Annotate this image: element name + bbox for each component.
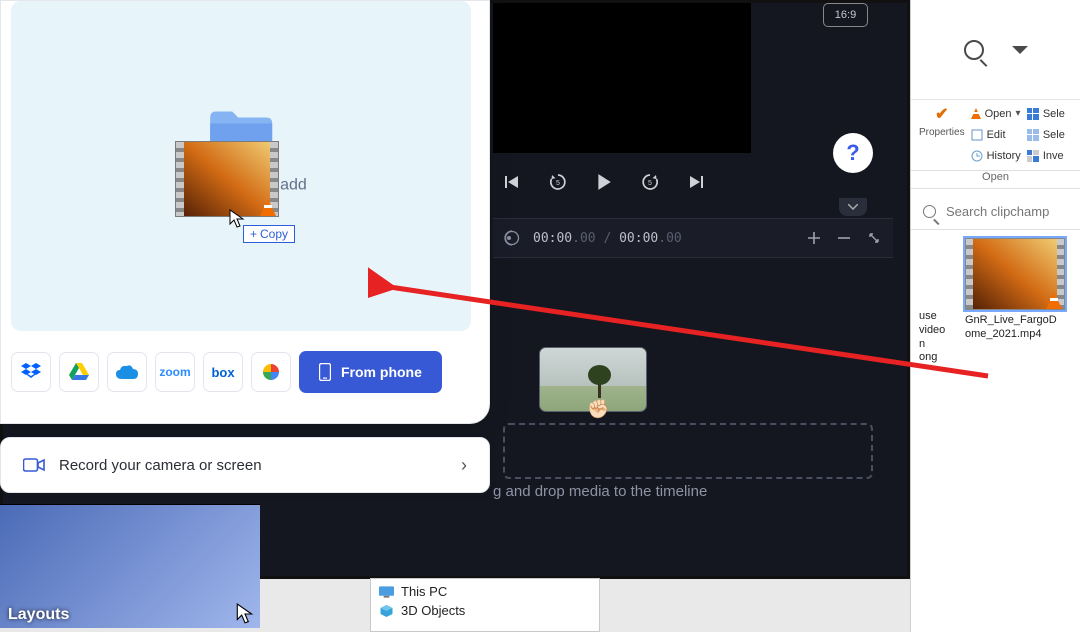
vlc-cone-icon — [1046, 292, 1062, 309]
timeline-drop-zone[interactable] — [503, 423, 873, 479]
chevron-right-icon: › — [461, 455, 467, 476]
media-drop-zone[interactable]: Drop media to add + Copy — [11, 1, 471, 331]
onedrive-button[interactable] — [107, 352, 147, 392]
timecode-current-frac: .00 — [572, 231, 595, 246]
search-icon[interactable] — [964, 40, 984, 60]
nav-label: 3D Objects — [401, 603, 465, 618]
rewind-5s-button[interactable]: 5 — [549, 173, 567, 191]
open-button[interactable]: Open ▾ — [971, 105, 1021, 122]
help-expand-chevron[interactable] — [839, 198, 867, 216]
from-phone-button[interactable]: From phone — [299, 351, 442, 393]
video-thumbnail — [965, 238, 1065, 310]
select-none-button[interactable]: Sele — [1027, 126, 1065, 143]
svg-text:5: 5 — [648, 180, 652, 187]
timeline-hint-text: g and drop media to the timeline — [493, 483, 707, 500]
timeline-toolbar: 00:00.00 / 00:00.00 — [493, 218, 893, 258]
chevron-down-icon[interactable] — [1012, 46, 1028, 54]
zoom-out-button[interactable] — [835, 229, 853, 247]
google-drive-button[interactable] — [59, 352, 99, 392]
cloud-providers-row: zoom box From phone — [11, 351, 442, 393]
timeline-area[interactable]: ✊🏻 g and drop media to the timeline — [493, 323, 893, 523]
grid-icon — [1027, 150, 1039, 162]
search-input[interactable] — [946, 204, 1066, 219]
properties-check-icon: ✔ — [933, 105, 951, 123]
pc-icon — [379, 586, 394, 598]
explorer-nav-item-3dobjects[interactable]: 3D Objects — [379, 601, 591, 620]
dragged-file-thumbnail — [175, 141, 279, 217]
file-label: GnR_Live_FargoD — [965, 314, 1065, 328]
camera-icon — [23, 457, 45, 473]
timecode-total: 00:00 — [619, 231, 658, 246]
history-button[interactable]: History — [971, 147, 1021, 164]
video-preview — [493, 3, 751, 153]
phone-icon — [319, 363, 331, 381]
drag-copy-badge: + Copy — [243, 225, 295, 243]
file-label: n — [919, 338, 959, 352]
nav-label: This PC — [401, 584, 447, 599]
aspect-ratio-badge[interactable]: 16:9 — [823, 3, 868, 27]
timecode-divider: / — [596, 231, 619, 246]
properties-caption[interactable]: Properties — [919, 127, 965, 138]
box-button[interactable]: box — [203, 352, 243, 392]
file-gallery: use video n ong GnR_Live_FargoD ome_2021… — [911, 230, 1080, 373]
edit-button[interactable]: Edit — [971, 126, 1021, 143]
zoom-in-button[interactable] — [805, 229, 823, 247]
timecode-current: 00:00 — [533, 231, 572, 246]
timecode-total-frac: .00 — [658, 231, 681, 246]
vlc-cone-icon — [971, 108, 981, 119]
copy-label: Copy — [260, 227, 288, 241]
play-button[interactable] — [595, 173, 613, 191]
media-import-panel: Drop media to add + Copy zoom box — [0, 0, 490, 424]
grid-icon — [1027, 129, 1039, 141]
vlc-cone-icon — [260, 199, 276, 216]
record-label: Record your camera or screen — [59, 457, 262, 474]
layouts-label: Layouts — [8, 606, 69, 624]
skip-end-button[interactable] — [687, 173, 705, 191]
svg-text:5: 5 — [556, 180, 560, 187]
explorer-nav-item-thispc[interactable]: This PC — [379, 582, 591, 601]
explorer-ribbon: ✔ Properties Open ▾ Edit History Sele Se… — [911, 100, 1080, 171]
invert-selection-button[interactable]: Inve — [1027, 147, 1065, 164]
skip-start-button[interactable] — [503, 173, 521, 191]
zoom-button[interactable]: zoom — [155, 352, 195, 392]
collapse-button[interactable] — [865, 229, 883, 247]
explorer-top-toolbar — [911, 0, 1080, 100]
file-label: ong — [919, 351, 959, 365]
grid-icon — [1027, 108, 1039, 120]
layouts-strip[interactable]: Layouts — [0, 504, 260, 628]
explorer-search[interactable] — [911, 194, 1080, 230]
explorer-nav-tree[interactable]: This PC 3D Objects — [370, 578, 600, 632]
history-icon — [971, 150, 983, 162]
file-item[interactable]: use video n ong — [919, 238, 959, 365]
audio-toggle-icon[interactable] — [503, 229, 521, 247]
from-phone-label: From phone — [341, 364, 422, 380]
plus-icon: + — [250, 227, 257, 241]
edit-icon — [971, 129, 983, 141]
dropbox-button[interactable] — [11, 352, 51, 392]
grab-cursor-icon: ✊🏻 — [587, 399, 609, 420]
cube-icon — [379, 605, 394, 617]
file-item-selected[interactable]: GnR_Live_FargoD ome_2021.mp4 — [965, 238, 1065, 365]
file-explorer-pane: ✔ Properties Open ▾ Edit History Sele Se… — [910, 0, 1080, 632]
mouse-cursor-icon — [236, 603, 254, 628]
google-photos-button[interactable] — [251, 352, 291, 392]
record-camera-screen-button[interactable]: Record your camera or screen › — [0, 437, 490, 493]
file-label: use — [919, 310, 959, 324]
forward-5s-button[interactable]: 5 — [641, 173, 659, 191]
search-icon — [923, 205, 936, 218]
select-all-button[interactable]: Sele — [1027, 105, 1065, 122]
playback-controls: 5 5 — [503, 173, 705, 191]
help-button[interactable]: ? — [833, 133, 873, 173]
ribbon-section-label: Open — [911, 171, 1080, 189]
file-label: ome_2021.mp4 — [965, 328, 1065, 342]
file-label: video — [919, 324, 959, 338]
